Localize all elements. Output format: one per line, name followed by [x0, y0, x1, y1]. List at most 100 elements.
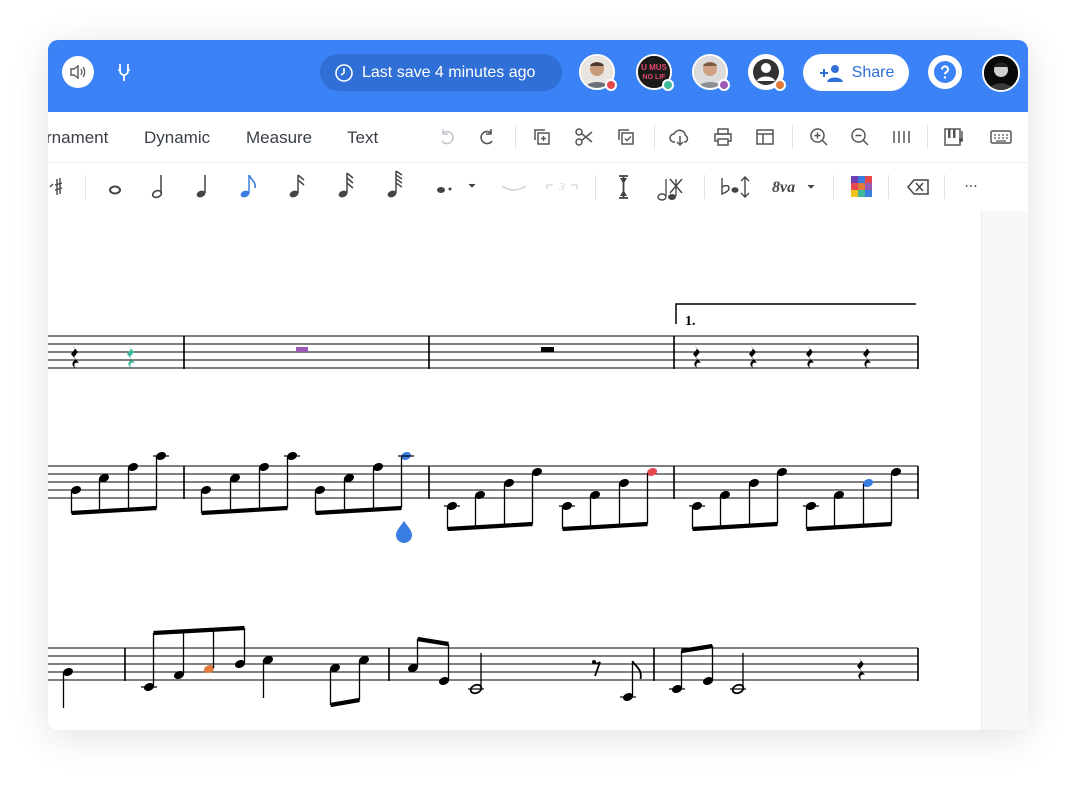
quarter-rest[interactable] [806, 345, 814, 368]
quarter-rest[interactable] [71, 345, 79, 368]
toolbar-divider [833, 175, 834, 199]
toolbar-divider [704, 175, 705, 199]
half-rest[interactable] [296, 347, 308, 352]
beam [681, 643, 713, 654]
staff-system-1 [48, 335, 918, 369]
melody-notes[interactable] [62, 625, 865, 708]
add-person-icon [819, 64, 843, 82]
quarter-note-icon[interactable] [196, 175, 207, 199]
beam [692, 521, 778, 532]
score-canvas[interactable]: 1. [48, 211, 981, 730]
toolbar-divider [927, 125, 928, 149]
share-button[interactable]: Share [803, 54, 909, 91]
layout-button[interactable] [752, 124, 778, 150]
barlines-icon [893, 131, 910, 143]
tie-icon[interactable] [501, 185, 527, 191]
speaker-button[interactable] [62, 56, 94, 88]
beam [315, 505, 402, 516]
toolbar-divider [654, 125, 655, 149]
question-mark-icon [934, 61, 956, 83]
paste-icon [618, 129, 634, 145]
status-dot-red [605, 79, 617, 91]
zoom-in-button[interactable] [806, 124, 832, 150]
quarter-rest[interactable] [863, 345, 871, 368]
barlines-button[interactable] [888, 124, 914, 150]
right-scroll-panel[interactable] [981, 211, 1028, 730]
volta-bracket: 1. [675, 303, 916, 329]
volta-number: 1. [685, 314, 696, 329]
ottava-dropdown[interactable]: 8va [772, 179, 815, 196]
redo-button[interactable] [474, 124, 500, 150]
insert-cursor-icon[interactable] [619, 175, 628, 199]
sixty-fourth-note-icon[interactable] [387, 170, 403, 199]
save-status-text: Last save 4 minutes ago [362, 63, 536, 81]
paste-button[interactable] [613, 124, 639, 150]
toolbar-divider [888, 175, 889, 199]
playhead-marker-icon[interactable] [396, 521, 412, 543]
undo-icon [441, 129, 454, 145]
print-button[interactable] [710, 124, 736, 150]
quarter-rest[interactable] [857, 657, 865, 680]
cloud-button[interactable] [667, 124, 693, 150]
layout-icon [756, 129, 774, 145]
help-button[interactable] [928, 55, 962, 89]
note-toolbar-graphics: 3 8va ··· [49, 170, 978, 201]
undo-button[interactable] [434, 124, 460, 150]
printer-icon [714, 128, 732, 146]
share-label: Share [851, 63, 895, 81]
piano-button[interactable] [942, 124, 968, 150]
menu-measure[interactable]: Measure [246, 128, 312, 148]
beam [71, 505, 157, 516]
last-save-status[interactable]: Last save 4 minutes ago [320, 54, 562, 91]
quarter-rest[interactable] [693, 345, 701, 368]
toolbar-divider [595, 175, 596, 199]
beam [201, 505, 288, 516]
half-rest[interactable] [541, 347, 554, 352]
app-window: Last save 4 minutes ago U MUS NO LIF Sha… [48, 40, 1028, 730]
cut-button[interactable] [571, 124, 597, 150]
tuplet-icon[interactable]: 3 [546, 181, 578, 193]
beam [417, 636, 449, 647]
menu-ornament[interactable]: rnament [48, 128, 108, 148]
status-dot-orange [774, 79, 786, 91]
menu-text[interactable]: Text [347, 128, 378, 148]
top-bar: Last save 4 minutes ago U MUS NO LIF Sha… [48, 40, 1028, 112]
keyboard-button[interactable] [988, 124, 1014, 150]
menu-dynamic[interactable]: Dynamic [144, 128, 210, 148]
zoom-out-icon [851, 128, 869, 146]
menu-bar: rnament Dynamic Measure Text [48, 112, 1028, 163]
zoom-out-button[interactable] [847, 124, 873, 150]
sharp-icon[interactable] [49, 178, 63, 195]
redo-icon [480, 129, 493, 145]
beam [562, 521, 648, 532]
copy-icon [534, 129, 550, 145]
more-options-button[interactable]: ··· [964, 179, 977, 195]
toolbar-divider [85, 175, 86, 199]
sheet-music: 1. [48, 303, 919, 708]
ottava-label: 8va [772, 179, 795, 196]
svg-text:U MUS: U MUS [641, 63, 667, 72]
tuplet-number: 3 [558, 181, 565, 193]
thirty-second-note-icon[interactable] [338, 172, 354, 199]
color-palette-icon[interactable] [851, 176, 872, 197]
half-note-icon[interactable] [151, 175, 163, 199]
toolbar-divider [944, 175, 945, 199]
speaker-icon [70, 64, 86, 80]
status-dot-purple [718, 79, 730, 91]
beam [330, 697, 360, 708]
beam [806, 521, 892, 532]
quarter-rest[interactable] [749, 345, 757, 368]
quarter-rest-selected[interactable] [127, 345, 135, 368]
dotted-note-dropdown[interactable] [437, 183, 476, 193]
eighth-note-icon[interactable] [240, 174, 256, 199]
current-user-avatar[interactable] [982, 54, 1020, 92]
transpose-icon[interactable] [721, 176, 750, 198]
remove-note-icon[interactable] [657, 178, 683, 201]
copy-button[interactable] [529, 124, 555, 150]
note-input-bar: 3 8va ··· [48, 163, 1028, 212]
tuning-fork-button[interactable] [108, 56, 140, 88]
toolbar-divider [515, 125, 516, 149]
whole-note-icon[interactable] [109, 185, 121, 195]
backspace-icon[interactable] [907, 179, 929, 195]
sixteenth-note-icon[interactable] [289, 174, 305, 199]
